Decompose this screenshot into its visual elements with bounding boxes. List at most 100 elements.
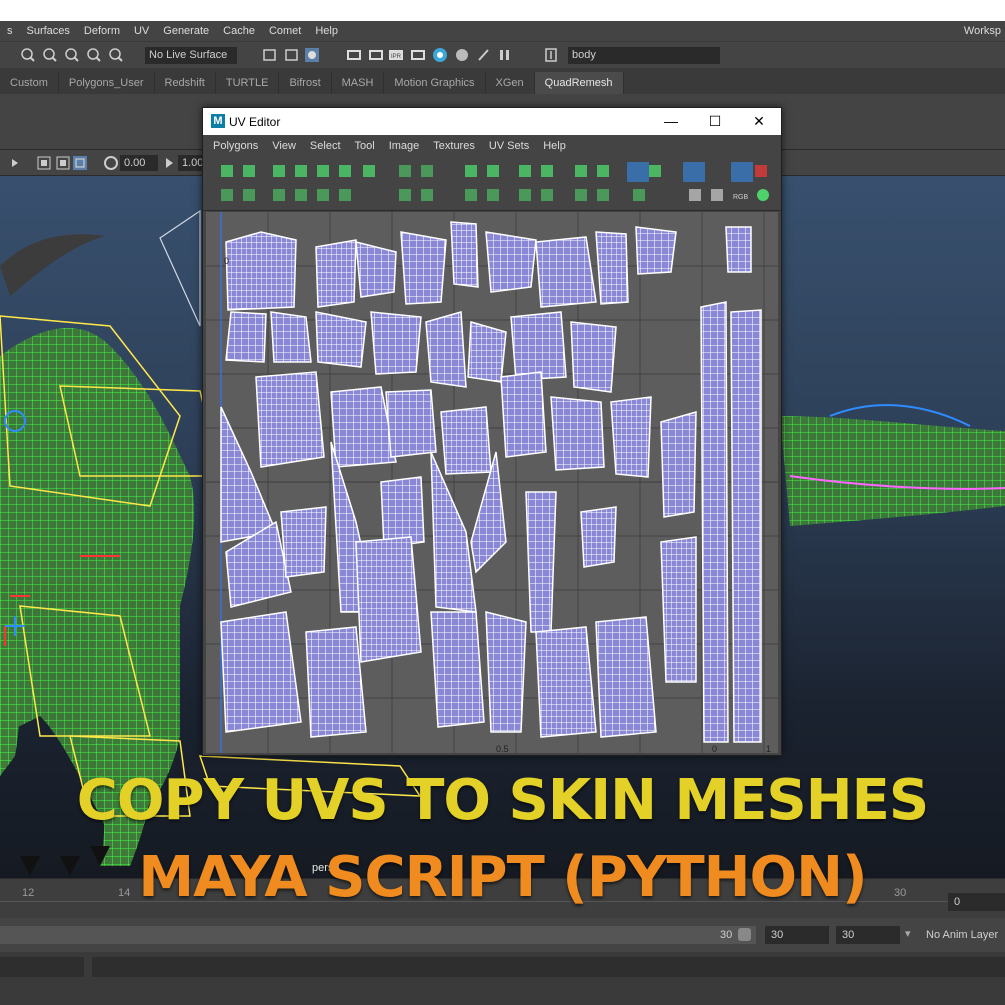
live-surface-field[interactable]: No Live Surface xyxy=(145,47,237,64)
uv-shell[interactable] xyxy=(400,231,447,305)
object-name-field[interactable]: body xyxy=(568,47,720,64)
uv-editor-titlebar[interactable]: M UV Editor — ☐ ✕ xyxy=(203,108,781,135)
select-name-icon[interactable] xyxy=(543,47,559,63)
minimize-icon[interactable]: — xyxy=(649,108,693,135)
uv-menu-image[interactable]: Image xyxy=(382,140,427,152)
uv-shell[interactable] xyxy=(270,311,312,363)
playback-end-field[interactable]: 30 xyxy=(836,926,900,944)
tab-bifrost[interactable]: Bifrost xyxy=(279,72,332,94)
uv-shell[interactable] xyxy=(315,239,357,308)
output-ops-icon[interactable] xyxy=(284,47,300,63)
uv-shell[interactable] xyxy=(467,321,507,383)
uv-shell[interactable] xyxy=(510,311,567,381)
range-handle-icon[interactable] xyxy=(738,928,751,941)
construction-history-icon[interactable] xyxy=(304,47,320,63)
tab-quadremesh[interactable]: QuadRemesh xyxy=(534,72,624,94)
menu-item-generate[interactable]: Generate xyxy=(156,21,216,41)
uv-tool-icons[interactable]: RGB xyxy=(203,157,781,211)
menu-item-comet[interactable]: Comet xyxy=(262,21,308,41)
tab-polygons-user[interactable]: Polygons_User xyxy=(59,72,155,94)
uv-shell[interactable] xyxy=(305,626,367,738)
range-bar-track[interactable] xyxy=(0,926,756,944)
lighting-icon[interactable] xyxy=(476,47,492,63)
command-input[interactable] xyxy=(92,957,1005,977)
hypershade-icon[interactable] xyxy=(432,47,448,63)
tab-redshift[interactable]: Redshift xyxy=(155,72,216,94)
exposure-icon[interactable] xyxy=(103,155,119,171)
uv-menu-textures[interactable]: Textures xyxy=(426,140,482,152)
render-sequence-icon[interactable] xyxy=(368,47,384,63)
uv-shell[interactable] xyxy=(610,396,652,478)
uv-shell[interactable] xyxy=(660,536,697,683)
uv-shell[interactable] xyxy=(595,616,657,738)
uv-shell[interactable] xyxy=(370,311,422,375)
uv-menu-select[interactable]: Select xyxy=(303,140,348,152)
chevron-down-icon[interactable]: ▾ xyxy=(905,927,911,940)
snap-point-icon[interactable] xyxy=(64,47,80,63)
snap-grid-icon[interactable] xyxy=(20,47,36,63)
menu-item-surfaces[interactable]: Surfaces xyxy=(20,21,77,41)
grid-icon[interactable] xyxy=(36,155,52,171)
uv-shell[interactable] xyxy=(255,371,325,468)
uv-shell[interactable] xyxy=(730,309,762,743)
tab-motion-graphics[interactable]: Motion Graphics xyxy=(384,72,486,94)
film-gate-icon[interactable] xyxy=(55,155,71,171)
uv-shell[interactable] xyxy=(700,301,729,743)
uv-shell[interactable] xyxy=(595,231,629,305)
workspace-selector[interactable]: Worksp xyxy=(964,21,1005,41)
uv-shell[interactable] xyxy=(570,321,617,393)
gamma-icon[interactable] xyxy=(162,155,178,171)
uv-shell[interactable] xyxy=(425,311,467,388)
snap-curve-icon[interactable] xyxy=(42,47,58,63)
uv-shell[interactable] xyxy=(725,226,752,273)
ipr-render-icon[interactable]: IPR xyxy=(388,47,404,63)
tab-turtle[interactable]: TURTLE xyxy=(216,72,280,94)
uv-shell[interactable] xyxy=(535,236,597,308)
uv-menu-help[interactable]: Help xyxy=(536,140,573,152)
uv-shell[interactable] xyxy=(550,396,605,471)
uv-menu-polygons[interactable]: Polygons xyxy=(206,140,265,152)
uv-shell[interactable] xyxy=(430,611,485,728)
uv-shell[interactable] xyxy=(660,410,697,518)
tab-custom[interactable]: Custom xyxy=(0,72,59,94)
uv-shell[interactable] xyxy=(385,389,437,458)
uv-shell[interactable] xyxy=(440,406,492,475)
maximize-icon[interactable]: ☐ xyxy=(693,108,737,135)
render-settings-icon[interactable] xyxy=(410,47,426,63)
uv-shell[interactable] xyxy=(580,506,617,568)
uv-shell[interactable] xyxy=(220,611,302,733)
uv-menu-view[interactable]: View xyxy=(265,140,303,152)
menu-item-deform[interactable]: Deform xyxy=(77,21,127,41)
render-view-icon[interactable] xyxy=(454,47,470,63)
menu-item-uv[interactable]: UV xyxy=(127,21,156,41)
menu-item-cache[interactable]: Cache xyxy=(216,21,262,41)
uv-shell[interactable] xyxy=(315,311,367,368)
uv-shell[interactable] xyxy=(225,311,267,363)
render-frame-icon[interactable] xyxy=(346,47,362,63)
uv-shell[interactable] xyxy=(355,536,422,663)
uv-shell[interactable] xyxy=(380,476,425,548)
uv-shell[interactable] xyxy=(485,611,527,733)
menu-item-partial[interactable]: s xyxy=(0,21,20,41)
uv-shell[interactable] xyxy=(355,241,397,298)
camera-attributes-icon[interactable] xyxy=(8,155,22,171)
uv-menu-tool[interactable]: Tool xyxy=(348,140,382,152)
uv-shell[interactable] xyxy=(635,226,677,275)
uv-shell[interactable] xyxy=(485,231,537,293)
uv-shell[interactable] xyxy=(500,371,547,458)
anim-end-field[interactable]: 30 xyxy=(765,926,829,944)
anim-layer-selector[interactable]: No Anim Layer xyxy=(926,929,998,941)
uv-menu-uv-sets[interactable]: UV Sets xyxy=(482,140,536,152)
input-ops-icon[interactable] xyxy=(262,47,278,63)
uv-shell[interactable] xyxy=(525,491,557,633)
snap-surface-icon[interactable] xyxy=(108,47,124,63)
tab-mash[interactable]: MASH xyxy=(332,72,385,94)
tab-xgen[interactable]: XGen xyxy=(486,72,535,94)
uv-shell[interactable] xyxy=(280,506,327,578)
uv-texture-canvas[interactable]: 0 0.5 0 1 xyxy=(206,212,778,753)
uv-shell[interactable] xyxy=(225,231,297,311)
uv-shell[interactable] xyxy=(450,221,479,288)
snap-view-icon[interactable] xyxy=(86,47,102,63)
exposure-field[interactable]: 0.00 xyxy=(120,155,158,171)
resolution-gate-icon[interactable] xyxy=(72,155,88,171)
